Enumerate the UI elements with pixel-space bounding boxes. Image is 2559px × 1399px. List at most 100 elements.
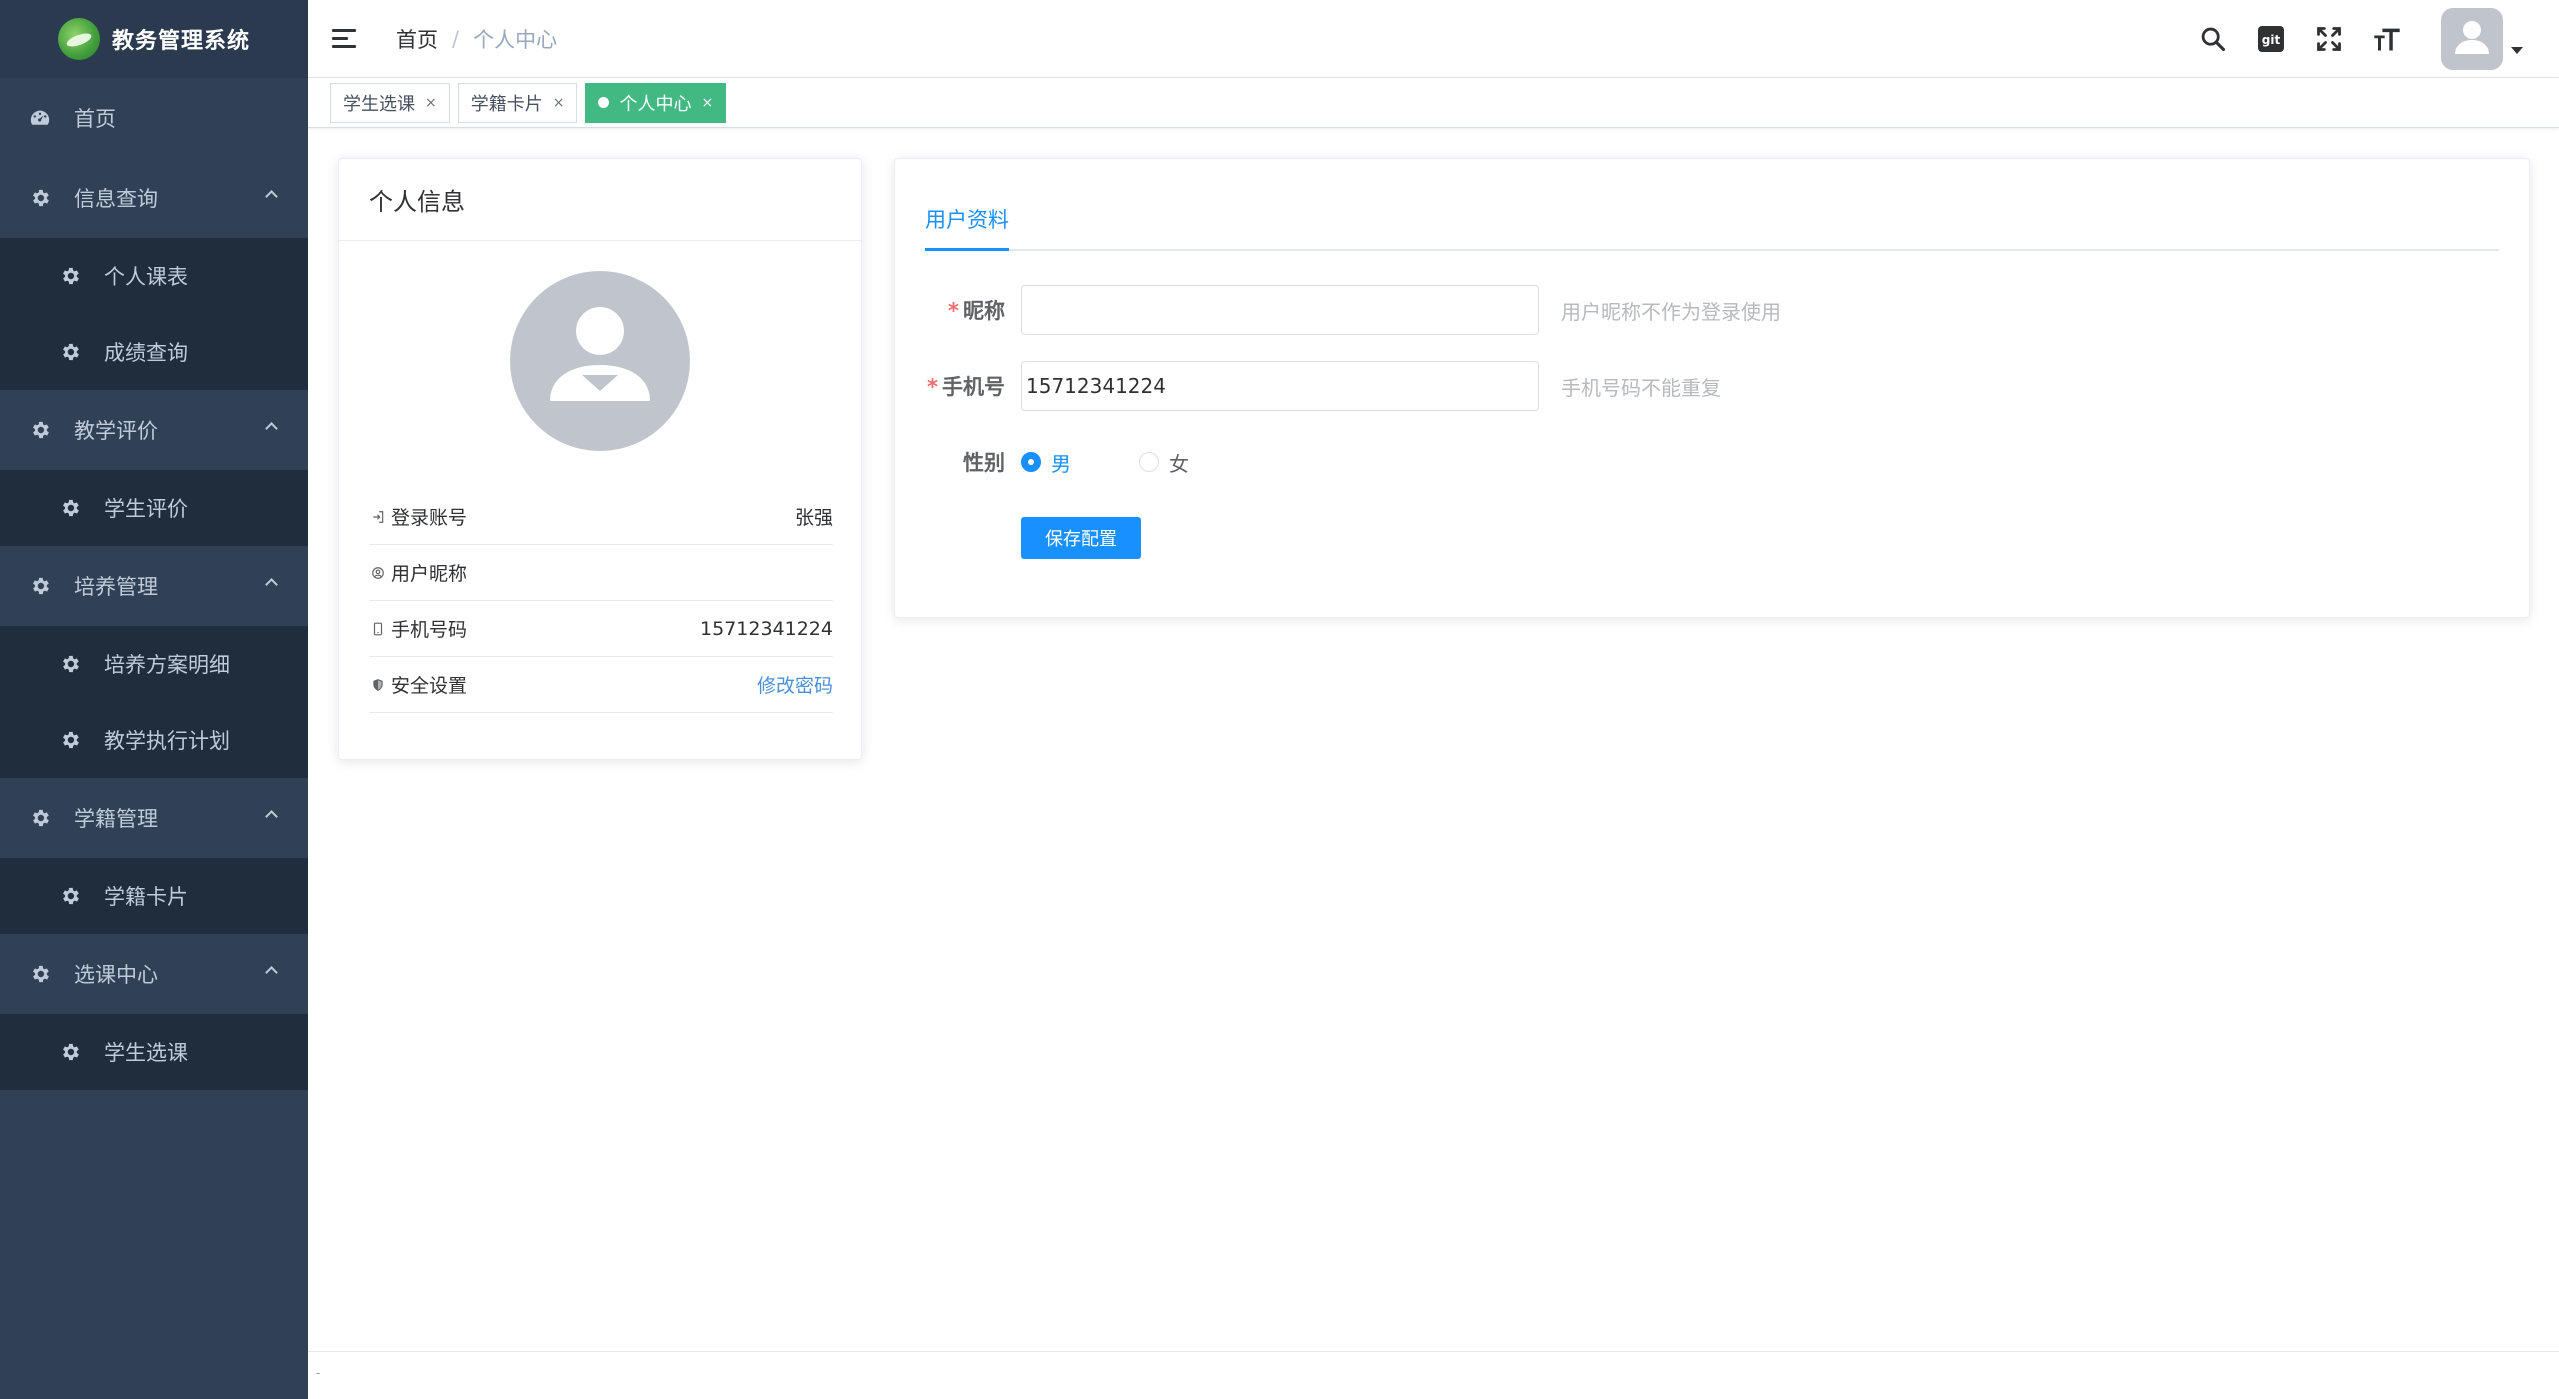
- sidebar-item-label: 学籍管理: [74, 807, 158, 831]
- app-main: 个人信息 登录账号 张强 用户昵称 手机号码 15712341224 安全设置 …: [308, 128, 2559, 1399]
- nickname-input[interactable]: [1021, 285, 1539, 335]
- chevron-up-icon: [265, 190, 278, 203]
- sidebar-item-personal-schedule[interactable]: 个人课表: [0, 238, 308, 314]
- profile-card: 个人信息 登录账号 张强 用户昵称 手机号码 15712341224 安全设置 …: [338, 158, 862, 760]
- navbar: 首页 / 个人中心 git: [308, 0, 2559, 78]
- user-menu[interactable]: [2441, 8, 2523, 70]
- sidebar-item-training-plan-detail[interactable]: 培养方案明细: [0, 626, 308, 702]
- login-icon: [369, 508, 387, 526]
- sidebar-item-label: 信息查询: [74, 187, 158, 211]
- chevron-up-icon: [265, 422, 278, 435]
- git-icon[interactable]: git: [2255, 23, 2287, 55]
- info-label: 手机号码: [391, 619, 468, 641]
- profile-avatar[interactable]: [510, 271, 690, 451]
- tag-student-card[interactable]: 学籍卡片 ×: [457, 82, 578, 123]
- gear-icon: [28, 186, 52, 210]
- info-row-security: 安全设置 修改密码: [369, 657, 833, 713]
- tag-label: 学籍卡片: [470, 93, 543, 115]
- sidebar-item-label: 培养管理: [74, 575, 158, 599]
- nickname-label: * 昵称: [948, 299, 1005, 323]
- change-password-link[interactable]: 修改密码: [757, 671, 833, 698]
- form-row-gender: 性别 男 女: [925, 437, 1781, 487]
- user-icon: [369, 564, 387, 582]
- breadcrumb-current: 个人中心: [473, 27, 558, 52]
- submenu-course-selection-center: 学生选课: [0, 1014, 308, 1090]
- sidebar-item-label: 教学评价: [74, 419, 158, 443]
- logo-icon: [57, 18, 100, 60]
- sidebar-item-teaching-plan[interactable]: 教学执行计划: [0, 702, 308, 778]
- form-row-actions: 保存配置: [925, 513, 1781, 563]
- gear-icon: [58, 652, 82, 676]
- radio-checked-icon: [1021, 452, 1041, 472]
- hamburger-menu-icon[interactable]: [332, 27, 360, 51]
- tags-view: 学生选课 × 学籍卡片 × 个人中心 ×: [308, 78, 2559, 128]
- close-icon[interactable]: ×: [553, 95, 565, 111]
- header-actions: git: [2197, 0, 2523, 78]
- breadcrumb-home[interactable]: 首页: [396, 24, 438, 54]
- gear-icon: [58, 496, 82, 520]
- breadcrumb: 首页 / 个人中心: [396, 24, 557, 54]
- tab-user-profile[interactable]: 用户资料: [925, 189, 1009, 251]
- close-icon[interactable]: ×: [701, 95, 713, 111]
- gender-label: 性别: [963, 451, 1005, 475]
- info-row-nickname: 用户昵称: [369, 545, 833, 601]
- save-button[interactable]: 保存配置: [1021, 517, 1141, 559]
- gender-radio-male[interactable]: 男: [1021, 448, 1071, 477]
- info-value-login-account: 张强: [794, 507, 833, 529]
- sidebar-item-label: 学籍卡片: [104, 885, 188, 909]
- close-icon[interactable]: ×: [425, 95, 437, 111]
- gender-option-label: 男: [1051, 451, 1071, 476]
- sidebar-item-training-management[interactable]: 培养管理: [0, 546, 308, 626]
- gear-icon: [28, 806, 52, 830]
- shield-icon: [369, 676, 387, 694]
- gear-icon: [58, 340, 82, 364]
- gear-icon: [58, 884, 82, 908]
- chevron-up-icon: [265, 966, 278, 979]
- info-row-phone: 手机号码 15712341224: [369, 601, 833, 657]
- sidebar-item-student-card[interactable]: 学籍卡片: [0, 858, 308, 934]
- sidebar-item-info-query[interactable]: 信息查询: [0, 158, 308, 238]
- form-row-phone: *手机号 手机号码不能重复: [925, 361, 1781, 411]
- submenu-teaching-evaluation: 学生评价: [0, 470, 308, 546]
- user-info-tabs: 用户资料: [925, 189, 2499, 251]
- gender-option-label: 女: [1169, 451, 1189, 476]
- fullscreen-icon[interactable]: [2313, 23, 2345, 55]
- sidebar-item-course-selection-center[interactable]: 选课中心: [0, 934, 308, 1014]
- gear-icon: [28, 962, 52, 986]
- sidebar-item-label: 选课中心: [74, 963, 158, 987]
- git-icon-label: git: [2262, 33, 2281, 47]
- search-icon[interactable]: [2197, 23, 2229, 55]
- submenu-student-status: 学籍卡片: [0, 858, 308, 934]
- sidebar-item-label: 首页: [74, 107, 116, 131]
- sidebar-item-student-course-selection[interactable]: 学生选课: [0, 1014, 308, 1090]
- tag-student-course-selection[interactable]: 学生选课 ×: [330, 82, 450, 123]
- gear-icon: [58, 264, 82, 288]
- phone-icon: [369, 620, 387, 638]
- active-dot-icon: [598, 97, 610, 108]
- info-value-phone: 15712341224: [700, 617, 833, 640]
- nickname-hint: 用户昵称不作为登录使用: [1561, 299, 1781, 324]
- font-size-icon[interactable]: [2371, 23, 2403, 55]
- sidebar-item-student-evaluation[interactable]: 学生评价: [0, 470, 308, 546]
- avatar: [2441, 8, 2503, 70]
- chevron-up-icon: [265, 810, 278, 823]
- tag-label: 学生选课: [343, 93, 415, 115]
- sidebar-item-grade-query[interactable]: 成绩查询: [0, 314, 308, 390]
- tag-personal-center[interactable]: 个人中心 ×: [585, 82, 727, 123]
- gender-radio-female[interactable]: 女: [1139, 448, 1189, 477]
- sidebar-item-label: 学生评价: [104, 497, 188, 521]
- breadcrumb-separator: /: [452, 26, 460, 51]
- sidebar-item-label: 培养方案明细: [104, 653, 230, 677]
- sidebar: 教务管理系统 首页 信息查询 个人课表 成绩查询 教学评价 学生评价 培养管理 …: [0, 0, 308, 1399]
- info-row-login-account: 登录账号 张强: [369, 489, 833, 545]
- sidebar-item-teaching-evaluation[interactable]: 教学评价: [0, 390, 308, 470]
- required-mark: *: [927, 375, 938, 399]
- sidebar-item-student-status[interactable]: 学籍管理: [0, 778, 308, 858]
- sidebar-item-label: 个人课表: [104, 265, 188, 289]
- submenu-training-management: 培养方案明细 教学执行计划: [0, 626, 308, 778]
- sidebar-item-label: 成绩查询: [104, 341, 188, 365]
- phone-input[interactable]: [1021, 361, 1539, 411]
- logo-bar: 教务管理系统: [0, 0, 308, 78]
- chevron-up-icon: [265, 578, 278, 591]
- sidebar-item-home[interactable]: 首页: [0, 78, 308, 158]
